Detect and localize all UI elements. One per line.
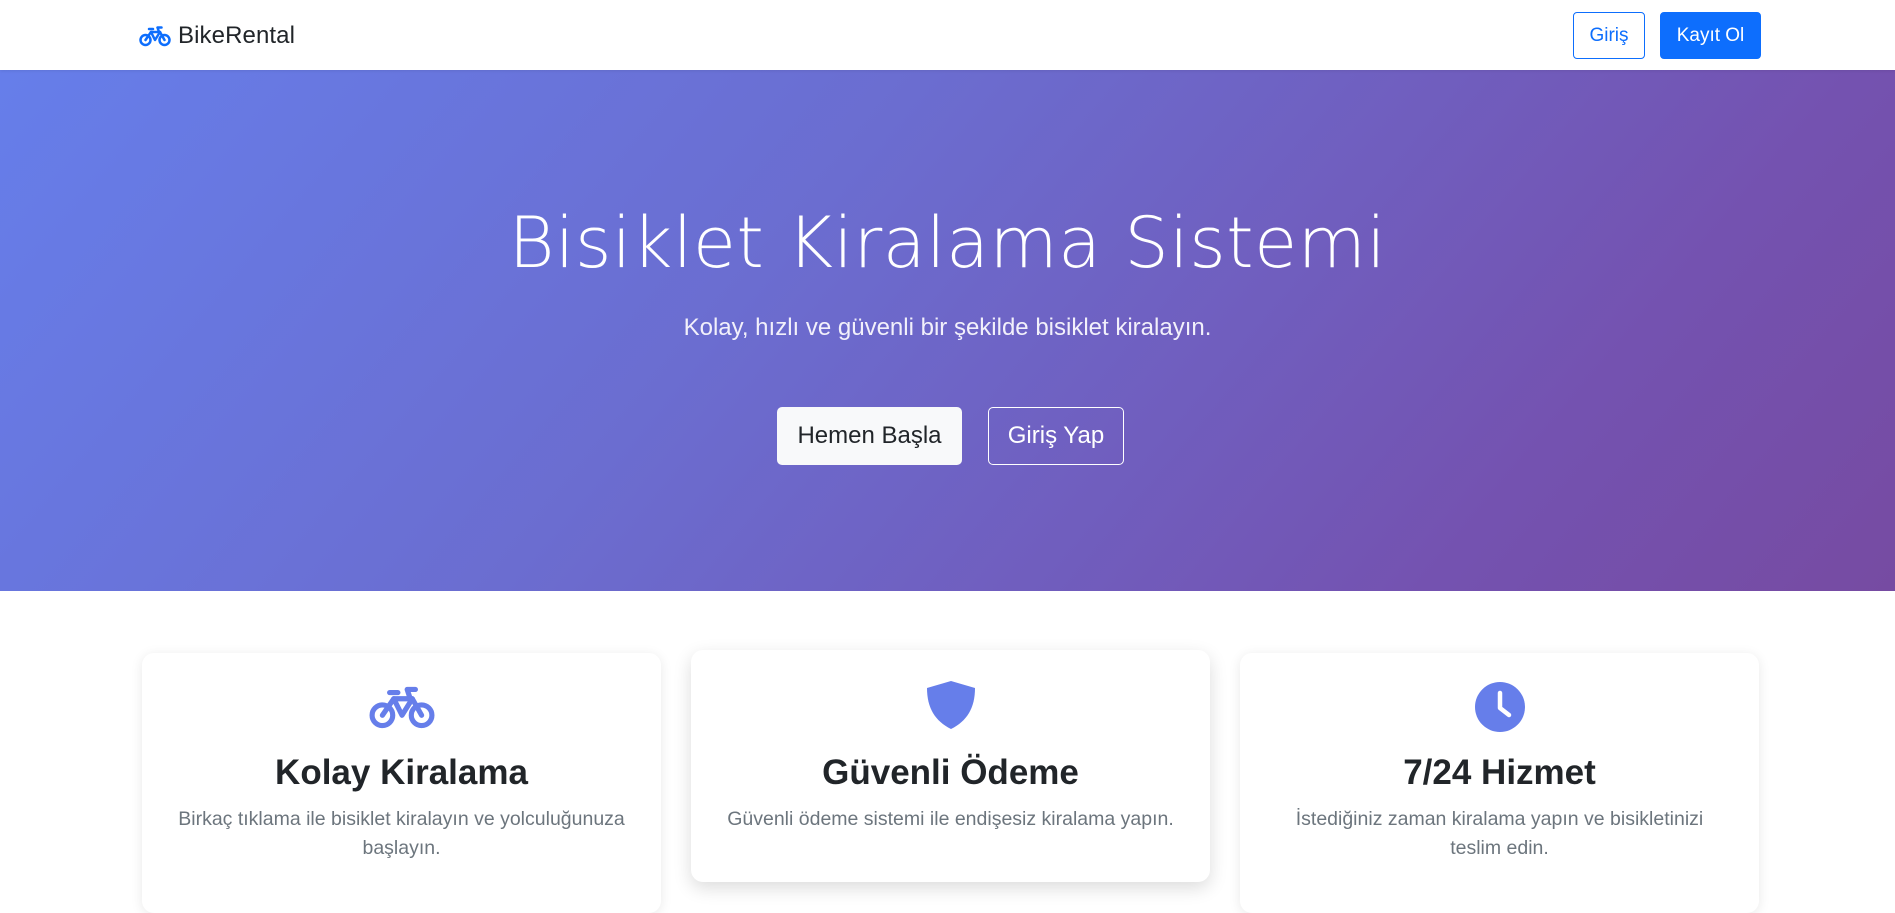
login-button[interactable]: Giriş xyxy=(1573,12,1645,59)
feature-title: Kolay Kiralama xyxy=(275,753,528,792)
clock-icon xyxy=(1474,682,1525,732)
hero-section: Bisiklet Kiralama Sistemi Kolay, hızlı v… xyxy=(0,70,1895,591)
shield-icon xyxy=(926,681,975,729)
hero-login-button[interactable]: Giriş Yap xyxy=(988,407,1124,465)
bicycle-icon xyxy=(369,686,434,729)
feature-card-24-7-service: 7/24 Hizmet İstediğiniz zaman kiralama y… xyxy=(1240,653,1759,913)
feature-card-easy-rental: Kolay Kiralama Birkaç tıklama ile bisikl… xyxy=(142,653,661,913)
hero-title: Bisiklet Kiralama Sistemi xyxy=(508,202,1387,284)
feature-description: Güvenli ödeme sistemi ile endişesiz kira… xyxy=(727,808,1174,830)
feature-description: İstediğiniz zaman kiralama yapın ve bisi… xyxy=(1295,808,1704,859)
feature-title: 7/24 Hizmet xyxy=(1403,753,1596,792)
navbar: BikeRental Giriş Kayıt Ol xyxy=(0,0,1895,70)
feature-title: Güvenli Ödeme xyxy=(822,753,1079,792)
brand-name: BikeRental xyxy=(178,22,296,49)
brand-link[interactable]: BikeRental xyxy=(139,20,295,52)
bicycle-icon xyxy=(139,26,171,47)
get-started-button[interactable]: Hemen Başla xyxy=(777,407,962,465)
feature-description: Birkaç tıklama ile bisiklet kiralayın ve… xyxy=(178,808,625,859)
register-button[interactable]: Kayıt Ol xyxy=(1660,12,1761,59)
hero-subtitle: Kolay, hızlı ve güvenli bir şekilde bisi… xyxy=(683,314,1212,341)
feature-card-secure-payment: Güvenli Ödeme Güvenli ödeme sistemi ile … xyxy=(691,650,1210,882)
